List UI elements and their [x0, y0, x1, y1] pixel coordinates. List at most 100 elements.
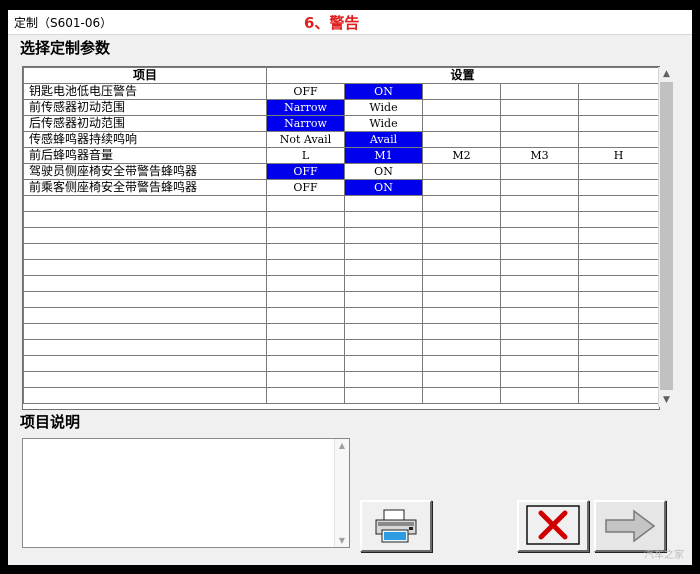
- item-name-cell[interactable]: 后传感器初动范围: [23, 115, 267, 132]
- cancel-button[interactable]: [517, 500, 589, 552]
- right-arrow-icon: [605, 509, 656, 543]
- empty-cell: [344, 291, 423, 308]
- empty-cell: [266, 227, 345, 244]
- item-name-cell[interactable]: 前传感器初动范围: [23, 99, 267, 116]
- option-cell: [500, 115, 579, 132]
- option-cell[interactable]: ON: [344, 163, 423, 180]
- empty-cell: [577, 227, 659, 244]
- description-textarea[interactable]: ▲ ▼: [22, 438, 350, 548]
- option-cell: [422, 131, 501, 148]
- desc-scroll-up-icon[interactable]: ▲: [335, 441, 349, 450]
- empty-cell: [500, 211, 579, 228]
- option-cell-selected[interactable]: OFF: [266, 163, 345, 180]
- option-cell: [422, 115, 501, 132]
- column-header-item: 项目: [23, 67, 267, 84]
- table-row[interactable]: 后传感器初动范围 Narrow Wide: [23, 115, 659, 132]
- option-cell[interactable]: L: [266, 147, 345, 164]
- description-section-title: 项目说明: [20, 413, 81, 431]
- empty-row: [23, 259, 659, 276]
- option-cell: [422, 83, 501, 100]
- item-name-cell[interactable]: 传感蜂鸣器持续鸣响: [23, 131, 267, 148]
- empty-cell: [23, 275, 267, 292]
- table-row[interactable]: 前后蜂鸣器音量 L M1 M2 M3 H: [23, 147, 659, 164]
- desc-scroll-down-icon[interactable]: ▼: [335, 536, 349, 545]
- scroll-up-icon[interactable]: ▲: [659, 67, 674, 81]
- empty-cell: [344, 243, 423, 260]
- option-cell-selected[interactable]: Avail: [344, 131, 423, 148]
- scroll-thumb[interactable]: [660, 82, 673, 390]
- empty-cell: [266, 259, 345, 276]
- column-header-setting: 设置: [265, 67, 659, 84]
- empty-cell: [500, 307, 579, 324]
- option-cell[interactable]: OFF: [266, 83, 345, 100]
- parameter-grid: 项目 设置 钥匙电池低电压警告 OFF ON 前传感器初动范围 Narrow Wide 后传…: [22, 66, 660, 410]
- item-name-cell[interactable]: 前后蜂鸣器音量: [23, 147, 267, 164]
- empty-cell: [577, 291, 659, 308]
- option-cell[interactable]: M3: [500, 147, 579, 164]
- red-x-icon: [526, 505, 580, 545]
- option-cell-selected[interactable]: Narrow: [266, 115, 345, 132]
- next-button[interactable]: [594, 500, 666, 552]
- empty-cell: [23, 227, 267, 244]
- table-row[interactable]: 钥匙电池低电压警告 OFF ON: [23, 83, 659, 100]
- empty-cell: [422, 195, 501, 212]
- empty-row: [23, 387, 659, 404]
- item-name-cell[interactable]: 钥匙电池低电压警告: [23, 83, 267, 100]
- option-cell-selected[interactable]: ON: [344, 179, 423, 196]
- params-section-title: 选择定制参数: [20, 39, 111, 57]
- option-cell-selected[interactable]: ON: [344, 83, 423, 100]
- empty-cell: [266, 243, 345, 260]
- table-row[interactable]: 传感蜂鸣器持续鸣响 Not Avail Avail: [23, 131, 659, 148]
- option-cell[interactable]: Wide: [344, 99, 423, 116]
- empty-cell: [422, 291, 501, 308]
- empty-cell: [577, 259, 659, 276]
- empty-cell: [422, 355, 501, 372]
- option-cell: [500, 163, 579, 180]
- empty-cell: [23, 307, 267, 324]
- empty-cell: [344, 259, 423, 276]
- printer-icon: [375, 509, 417, 543]
- option-cell[interactable]: H: [577, 147, 659, 164]
- empty-cell: [23, 339, 267, 356]
- item-name-cell[interactable]: 驾驶员侧座椅安全带警告蜂鸣器: [23, 163, 267, 180]
- option-cell: [577, 163, 659, 180]
- option-cell: [577, 131, 659, 148]
- option-cell[interactable]: Not Avail: [266, 131, 345, 148]
- empty-cell: [344, 211, 423, 228]
- empty-row: [23, 211, 659, 228]
- empty-cell: [344, 339, 423, 356]
- option-cell-selected[interactable]: Narrow: [266, 99, 345, 116]
- description-scrollbar[interactable]: ▲ ▼: [334, 439, 349, 547]
- empty-cell: [266, 355, 345, 372]
- table-row[interactable]: 前传感器初动范围 Narrow Wide: [23, 99, 659, 116]
- table-row[interactable]: 前乘客侧座椅安全带警告蜂鸣器 OFF ON: [23, 179, 659, 196]
- option-cell[interactable]: OFF: [266, 179, 345, 196]
- empty-cell: [344, 195, 423, 212]
- empty-cell: [23, 291, 267, 308]
- corner-watermark: 汽车之家: [644, 550, 684, 561]
- empty-cell: [266, 323, 345, 340]
- scroll-down-icon[interactable]: ▼: [659, 393, 674, 407]
- option-cell[interactable]: M2: [422, 147, 501, 164]
- option-cell[interactable]: Wide: [344, 115, 423, 132]
- empty-cell: [23, 259, 267, 276]
- table-row[interactable]: 驾驶员侧座椅安全带警告蜂鸣器 OFF ON: [23, 163, 659, 180]
- option-cell: [422, 179, 501, 196]
- empty-cell: [266, 195, 345, 212]
- empty-cell: [577, 307, 659, 324]
- item-name-cell[interactable]: 前乘客侧座椅安全带警告蜂鸣器: [23, 179, 267, 196]
- option-cell: [500, 131, 579, 148]
- grid-scrollbar[interactable]: ▲ ▼: [658, 67, 674, 407]
- empty-cell: [422, 387, 501, 404]
- option-cell-selected[interactable]: M1: [344, 147, 423, 164]
- option-cell: [577, 115, 659, 132]
- empty-cell: [23, 195, 267, 212]
- empty-row: [23, 227, 659, 244]
- empty-cell: [23, 387, 267, 404]
- empty-cell: [344, 307, 423, 324]
- empty-row: [23, 291, 659, 308]
- empty-cell: [577, 243, 659, 260]
- empty-row: [23, 323, 659, 340]
- print-button[interactable]: [360, 500, 432, 552]
- empty-cell: [577, 211, 659, 228]
